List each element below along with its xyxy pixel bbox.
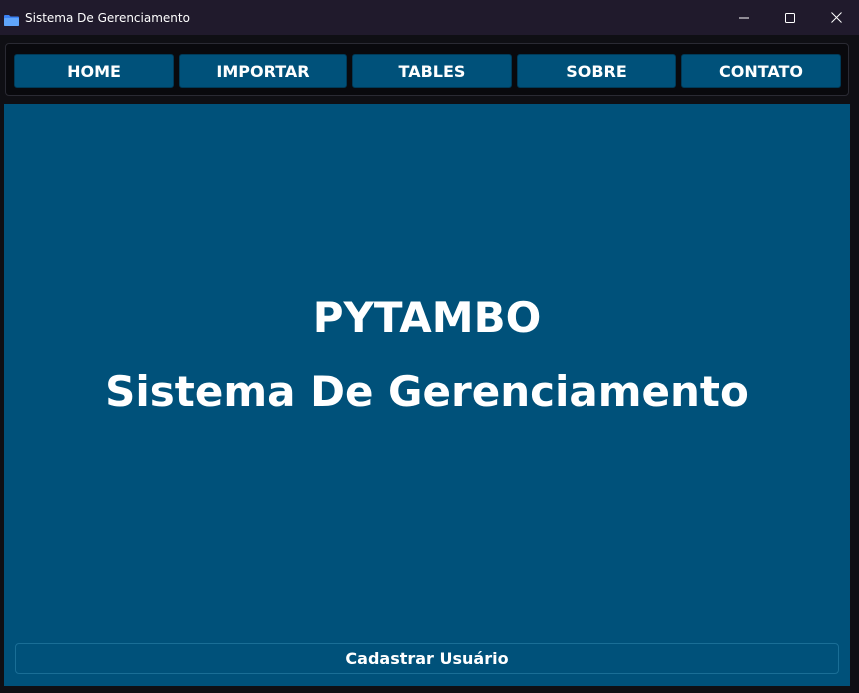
close-button[interactable] <box>813 0 859 35</box>
app-window: Sistema De Gerenciamento HOME IMPORTAR T… <box>0 0 859 693</box>
folder-icon <box>4 11 19 26</box>
title-bar[interactable]: Sistema De Gerenciamento <box>0 0 859 35</box>
nav-bar: HOME IMPORTAR TABLES SOBRE CONTATO <box>5 43 849 96</box>
page-subtitle: Sistema De Gerenciamento <box>105 367 749 416</box>
minimize-button[interactable] <box>721 0 767 35</box>
maximize-button[interactable] <box>767 0 813 35</box>
register-user-button[interactable]: Cadastrar Usuário <box>15 643 839 674</box>
brand-title: PYTAMBO <box>312 293 542 342</box>
close-icon <box>830 12 842 23</box>
nav-importar-button[interactable]: IMPORTAR <box>179 54 347 88</box>
nav-home-button[interactable]: HOME <box>14 54 174 88</box>
window-title: Sistema De Gerenciamento <box>25 11 190 25</box>
minimize-icon <box>739 13 749 23</box>
nav-sobre-button[interactable]: SOBRE <box>517 54 676 88</box>
nav-contato-button[interactable]: CONTATO <box>681 54 841 88</box>
nav-tables-button[interactable]: TABLES <box>352 54 512 88</box>
main-panel: PYTAMBO Sistema De Gerenciamento Cadastr… <box>4 104 850 686</box>
maximize-icon <box>785 12 795 23</box>
